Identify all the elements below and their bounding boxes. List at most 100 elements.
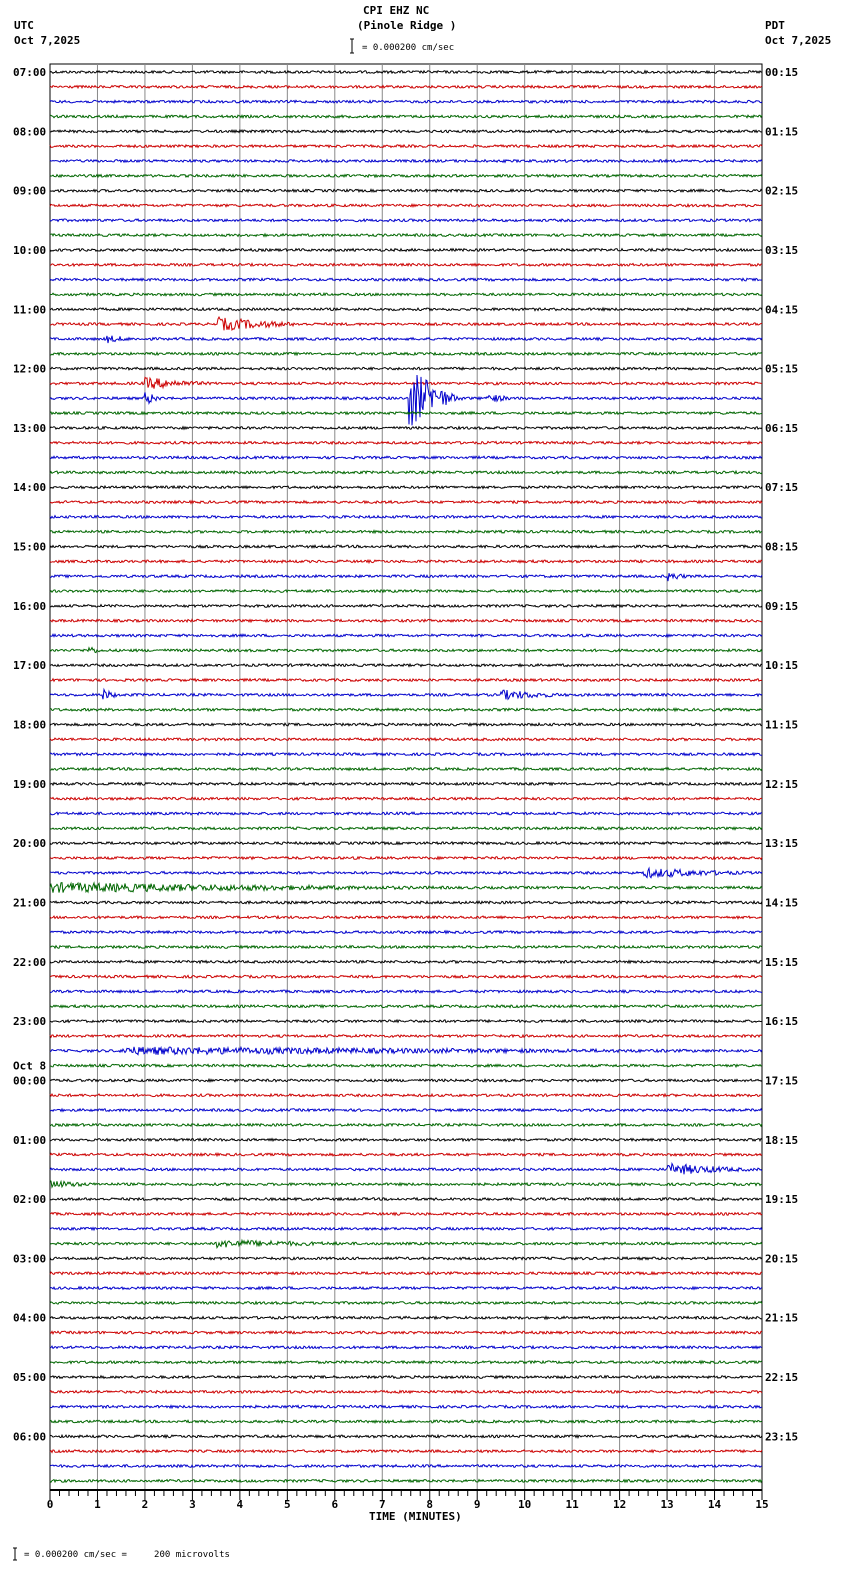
seismic-trace — [49, 866, 763, 879]
seismic-trace — [49, 736, 763, 742]
seismic-trace — [49, 1196, 763, 1202]
seismic-trace — [49, 262, 763, 268]
seismic-trace — [49, 1359, 763, 1365]
seismic-trace — [49, 84, 763, 90]
seismic-trace — [49, 1315, 763, 1321]
x-tick-label: 10 — [518, 1498, 531, 1511]
seismic-trace — [49, 1092, 763, 1098]
seismic-trace — [49, 173, 763, 179]
seismic-trace — [49, 113, 763, 120]
seismic-trace — [49, 1448, 763, 1454]
seismic-trace — [49, 572, 763, 582]
x-axis-title: TIME (MINUTES) — [369, 1510, 462, 1523]
seismic-trace — [49, 1330, 763, 1336]
seismic-trace — [49, 1463, 763, 1469]
utc-hour-label: 17:00 — [13, 659, 46, 672]
left-date: Oct 7,2025 — [14, 34, 81, 47]
helicorder-plot: 0 1 2 3 4 5 6 7 8 9 10 11 12 13 14 1507:00 00:1508:00 01:… — [13, 38, 798, 1561]
seismic-trace — [49, 974, 763, 980]
seismic-trace — [49, 1063, 763, 1069]
seismic-trace — [49, 603, 763, 609]
x-tick-label: 14 — [708, 1498, 722, 1511]
seismic-trace — [49, 914, 763, 920]
utc-hour-label: 03:00 — [13, 1252, 46, 1265]
pdt-hour-label: 21:15 — [765, 1312, 798, 1325]
seismic-trace — [49, 558, 763, 565]
seismic-trace — [49, 128, 763, 134]
seismic-trace — [49, 376, 762, 390]
x-tick-label: 1 — [94, 1498, 101, 1511]
pdt-hour-label: 16:15 — [765, 1015, 798, 1028]
seismic-trace — [49, 1433, 763, 1440]
seismic-trace — [49, 632, 763, 639]
pdt-hour-label: 07:15 — [765, 481, 798, 494]
seismic-trace — [49, 1374, 763, 1380]
utc-hour-label: 02:00 — [13, 1193, 46, 1206]
utc-hour-label: 14:00 — [13, 481, 46, 494]
pdt-hour-label: 13:15 — [765, 837, 798, 850]
plot-frame — [49, 63, 763, 1491]
x-tick-label: 12 — [613, 1498, 626, 1511]
seismic-trace — [49, 1033, 763, 1039]
seismic-trace — [49, 1137, 763, 1143]
pdt-hour-label: 00:15 — [765, 66, 798, 79]
utc-hour-label: 04:00 — [13, 1312, 46, 1325]
x-tick-label: 6 — [331, 1498, 338, 1511]
seismic-trace — [49, 588, 763, 594]
seismic-trace — [49, 351, 763, 357]
seismic-trace — [49, 1478, 763, 1484]
seismic-trace — [49, 1238, 763, 1250]
seismic-trace — [50, 662, 763, 668]
seismic-trace — [49, 687, 763, 701]
pdt-hour-label: 22:15 — [765, 1371, 798, 1384]
seismic-trace — [49, 529, 763, 535]
utc-hour-label: 08:00 — [13, 125, 46, 138]
seismic-trace — [49, 796, 763, 802]
seismic-trace — [49, 1344, 763, 1350]
utc-hour-label: 16:00 — [13, 600, 46, 613]
pdt-hour-label: 12:15 — [765, 778, 798, 791]
seismic-trace — [49, 751, 763, 757]
seismic-trace — [49, 1285, 763, 1291]
seismic-trace — [49, 1419, 763, 1425]
pdt-hour-label: 03:15 — [765, 244, 798, 257]
utc-hour-label: 07:00 — [13, 66, 46, 79]
utc-hour-label: 11:00 — [13, 303, 46, 316]
pdt-hour-label: 15:15 — [765, 956, 798, 969]
utc-hour-label: 13:00 — [13, 422, 46, 435]
seismic-trace — [49, 1255, 763, 1261]
x-tick-label: 15 — [755, 1498, 768, 1511]
seismic-trace — [49, 99, 763, 104]
utc-hour-label: 10:00 — [13, 244, 46, 257]
left-timezone: UTC — [14, 19, 34, 32]
seismic-trace — [49, 721, 763, 727]
pdt-hour-label: 02:15 — [765, 185, 798, 198]
utc-hour-label: 23:00 — [13, 1015, 46, 1028]
utc-hour-label: 20:00 — [13, 837, 46, 850]
pdt-hour-label: 10:15 — [765, 659, 798, 672]
seismic-trace — [49, 881, 763, 894]
pdt-hour-label: 01:15 — [765, 125, 798, 138]
utc-hour-label: 12:00 — [13, 363, 46, 376]
utc-hour-label: 18:00 — [13, 719, 46, 732]
seismic-trace — [49, 277, 763, 283]
seismic-trace — [49, 959, 763, 965]
scale-label: = 0.000200 cm/sec — [362, 43, 455, 53]
right-date: Oct 7,2025 — [765, 34, 832, 47]
seismic-trace — [49, 425, 763, 431]
seismic-trace — [49, 1389, 763, 1395]
seismic-trace — [49, 944, 763, 950]
seismic-trace — [49, 1300, 763, 1306]
seismic-trace — [49, 646, 763, 654]
seismic-trace — [49, 440, 763, 446]
x-tick-label: 0 — [47, 1498, 54, 1511]
seismic-trace — [49, 1045, 763, 1056]
seismic-trace — [49, 316, 763, 332]
utc-hour-label: 21:00 — [13, 896, 46, 909]
seismic-trace — [49, 988, 763, 995]
seismic-trace — [49, 929, 763, 935]
utc-hour-label: 01:00 — [13, 1134, 46, 1147]
pdt-hour-label: 19:15 — [765, 1193, 798, 1206]
pdt-hour-label: 18:15 — [765, 1134, 798, 1147]
seismic-trace — [49, 825, 763, 831]
